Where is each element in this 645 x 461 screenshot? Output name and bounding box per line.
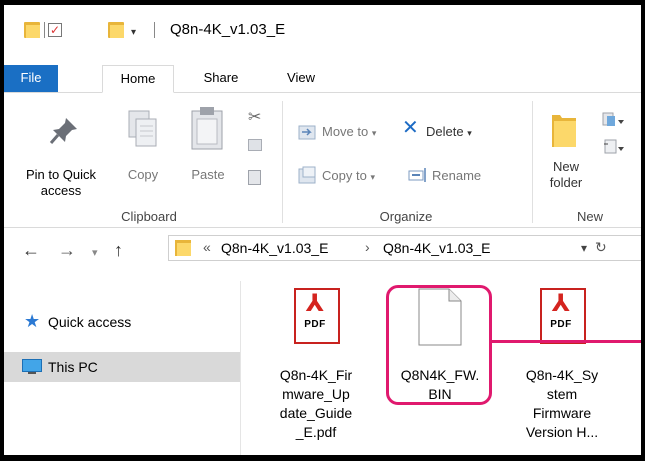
move-to-icon[interactable] [298, 122, 318, 140]
copy-icon[interactable] [127, 109, 159, 149]
ribbon: Pin to Quick access Copy Paste ✂ Clipboa… [4, 93, 641, 227]
copy-button[interactable]: Copy [122, 167, 164, 183]
highlight-outline [386, 285, 492, 405]
back-arrow-icon[interactable]: ← [22, 240, 40, 261]
copy-to-label: Copy to [322, 168, 367, 183]
new-folder-button[interactable]: New folder [544, 159, 588, 191]
forward-arrow-icon[interactable]: → [58, 240, 76, 261]
file-name: Q8n-4K_Fir mware_Up date_Guide _E.pdf [266, 366, 366, 442]
star-icon: ★ [24, 311, 41, 331]
new-folder-icon[interactable] [550, 111, 578, 149]
copy-to-icon[interactable] [298, 166, 318, 184]
tab-file[interactable]: File [4, 65, 58, 93]
file-name-line: date_Guide [279, 405, 353, 421]
file-name-line: _E.pdf [295, 424, 337, 440]
rename-icon[interactable] [408, 167, 430, 183]
organize-group-label: Organize [379, 209, 433, 224]
navigation-pane: ★ Quick access This PC [4, 270, 240, 455]
divider [532, 101, 533, 223]
file-name-line: mware_Up [282, 386, 350, 402]
new-group-label: New [576, 209, 603, 224]
delete-icon[interactable]: ✕ [402, 118, 419, 138]
nav-item-this-pc[interactable]: This PC [4, 352, 240, 382]
pdf-badge: PDF [304, 319, 326, 330]
pin-label-line1: Pin to Quick [25, 167, 97, 182]
divider [240, 281, 241, 455]
easy-access-icon[interactable] [602, 138, 626, 156]
move-to-button[interactable]: Move to ▾ [322, 124, 376, 141]
breadcrumb-separator-icon[interactable]: › [365, 239, 370, 255]
delete-label: Delete [426, 124, 464, 139]
file-name-line: Q8n-4K_Fir [279, 367, 353, 383]
explorer-window: ✓ ▾ Q8n-4K_v1.03_E File Home Share View … [4, 5, 641, 455]
paste-icon[interactable] [190, 105, 224, 151]
computer-icon [22, 359, 42, 374]
folder-icon [175, 240, 191, 256]
divider [282, 101, 283, 223]
breadcrumb-item[interactable]: Q8n-4K_v1.03_E [221, 240, 328, 256]
pdf-file-icon: ⅄ PDF [294, 288, 340, 344]
pin-icon[interactable] [48, 115, 80, 147]
paste-shortcut-icon[interactable] [248, 170, 261, 185]
window-title: Q8n-4K_v1.03_E [170, 21, 286, 38]
copy-path-icon[interactable] [248, 139, 262, 151]
new-folder-label-line1: New [552, 159, 579, 174]
cut-icon[interactable]: ✂ [248, 107, 261, 127]
address-bar[interactable]: « Q8n-4K_v1.03_E › Q8n-4K_v1.03_E ▾ ↻ [168, 235, 641, 261]
pdf-file-icon: ⅄ PDF [540, 288, 586, 344]
delete-button[interactable]: Delete ▾ [426, 124, 472, 141]
refresh-icon[interactable]: ↻ [595, 239, 607, 256]
nav-item-label: Quick access [48, 314, 132, 330]
file-name-line: Version H... [525, 424, 599, 440]
recent-locations-chevron-icon[interactable]: ▾ [92, 246, 98, 259]
divider [44, 22, 45, 38]
breadcrumb-item[interactable]: Q8n-4K_v1.03_E [383, 240, 490, 256]
acrobat-logo-icon: ⅄ [305, 290, 325, 317]
pin-label-line2: access [40, 183, 82, 198]
tab-view[interactable]: View [281, 65, 321, 93]
tab-home[interactable]: Home [102, 65, 174, 93]
overflow-chevron-icon[interactable]: « [203, 239, 211, 255]
divider [4, 227, 641, 228]
new-item-icon[interactable] [602, 111, 626, 129]
callout-line [492, 340, 641, 343]
address-dropdown-chevron-icon[interactable]: ▾ [581, 241, 587, 255]
file-name-line: stem [546, 386, 578, 402]
copy-to-button[interactable]: Copy to ▾ [322, 168, 375, 185]
pin-to-quick-access-button[interactable]: Pin to Quick access [8, 167, 114, 199]
nav-item-quick-access[interactable]: ★ Quick access [4, 307, 240, 337]
properties-quick-access-icon[interactable]: ✓ [48, 23, 62, 37]
clipboard-group-label: Clipboard [121, 209, 177, 224]
pdf-badge: PDF [550, 319, 572, 330]
file-name-line: Firmware [532, 405, 592, 421]
rename-button[interactable]: Rename [432, 168, 481, 184]
file-name: Q8n-4K_Sy stem Firmware Version H... [512, 366, 612, 442]
file-name-line: Q8n-4K_Sy [525, 367, 599, 383]
nav-item-label: This PC [48, 359, 98, 375]
tab-share[interactable]: Share [200, 65, 242, 93]
paste-button[interactable]: Paste [186, 167, 230, 183]
up-arrow-icon[interactable]: ↑ [114, 240, 123, 261]
move-to-label: Move to [322, 124, 369, 139]
title-bar: ✓ ▾ Q8n-4K_v1.03_E [4, 5, 641, 51]
new-folder-quick-access-icon[interactable] [108, 22, 124, 38]
customize-quick-access-chevron-icon[interactable]: ▾ [131, 27, 136, 38]
acrobat-logo-icon: ⅄ [551, 290, 571, 317]
folder-icon [24, 22, 40, 38]
ribbon-tabs: File Home Share View [4, 65, 641, 93]
new-folder-label-line2: folder [549, 175, 583, 190]
divider [154, 22, 155, 38]
